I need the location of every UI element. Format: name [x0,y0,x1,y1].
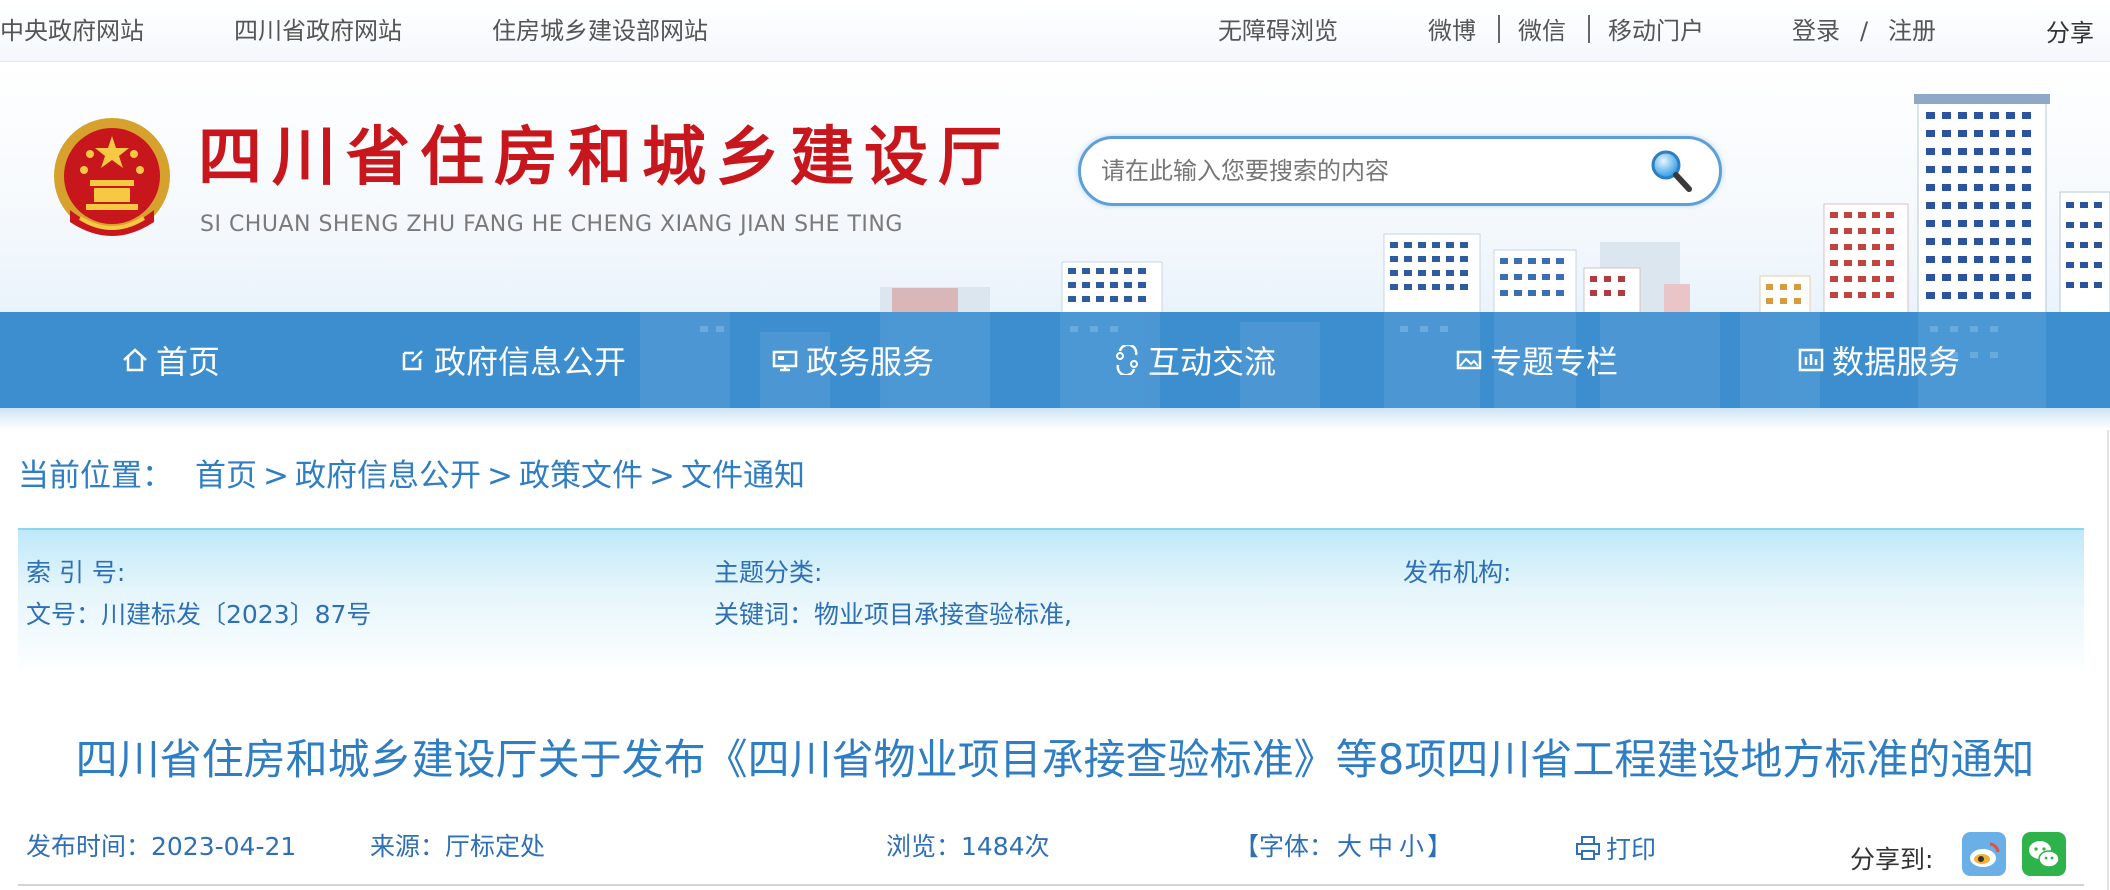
nav-home[interactable]: 首页 [120,336,220,384]
font-size-small[interactable]: 小 [1399,832,1424,861]
breadcrumb-label: 当前位置： [18,458,173,494]
nav-gov-service[interactable]: 政务服务 [770,336,934,384]
font-size-prefix: 【字体： [1234,832,1335,861]
site-title: 四川省住房和城乡建设厅 [198,120,1012,195]
meta-document-number: 文号：川建标发〔2023〕87号 [26,600,372,629]
nav-background [640,312,2046,408]
wechat-link[interactable]: 微信 [1518,14,1566,48]
print-label: 打印 [1606,835,1657,864]
nav-interaction-label: 互动交流 [1148,343,1277,381]
meta-topic: 主题分类: [714,558,823,587]
breadcrumb-gov-info[interactable]: 政府信息公开 [295,458,481,494]
font-size-medium[interactable]: 中 [1368,832,1393,861]
breadcrumb-policy-docs[interactable]: 政策文件 [519,458,643,494]
wechat-share-icon[interactable] [2022,832,2066,876]
link-mohurd[interactable]: 住房城乡建设部网站 [492,14,708,48]
article-source: 来源：厅标定处 [370,832,546,861]
nav-gov-service-label: 政务服务 [806,343,935,381]
top-bar: 中央政府网站 四川省政府网站 住房城乡建设部网站 无障碍浏览 微博 微信 移动门… [0,0,2110,62]
nav-special-topics-label: 专题专栏 [1490,343,1619,381]
breadcrumb-home[interactable]: 首页 [195,458,257,494]
search-box [1078,136,1722,206]
site-header: 四川省住房和城乡建设厅 SI CHUAN SHENG ZHU FANG HE C… [0,62,2110,312]
image-icon [1456,350,1482,370]
nav-home-label: 首页 [156,343,221,381]
weibo-link[interactable]: 微博 [1428,14,1476,48]
meta-index-number: 索 引 号: [26,558,126,587]
nav-special-topics[interactable]: 专题专栏 [1454,336,1618,384]
accessibility-link[interactable]: 无障碍浏览 [1218,14,1338,48]
link-central-gov[interactable]: 中央政府网站 [0,14,144,48]
font-size-large[interactable]: 大 [1337,832,1362,861]
register-link[interactable]: 注册 [1888,14,1936,48]
site-subtitle: SI CHUAN SHENG ZHU FANG HE CHENG XIANG J… [200,212,903,237]
nav-interaction[interactable]: 互动交流 [1112,336,1276,384]
meta-keywords: 关键词：物业项目承接查验标准, [714,600,1072,629]
national-emblem-icon [54,118,170,236]
login-link[interactable]: 登录 [1792,14,1840,48]
slash-separator: / [1860,17,1869,45]
print-button[interactable]: 打印 [1574,830,1656,866]
main-nav: 首页 政府信息公开 政务服务 互动交流 专题专栏 数据服务 [0,312,2110,408]
link-sichuan-gov[interactable]: 四川省政府网站 [234,14,402,48]
breadcrumb-separator: > [648,458,675,494]
breadcrumb-doc-notices[interactable]: 文件通知 [681,458,805,494]
nav-gov-info[interactable]: 政府信息公开 [398,336,626,384]
home-icon [123,348,147,372]
share-to-label: 分享到: [1850,845,1934,874]
nav-gov-info-label: 政府信息公开 [434,343,627,381]
search-input[interactable] [1101,151,1621,191]
font-size-control: 【字体：大中小】 [1234,830,1452,864]
divider [18,884,2084,886]
chart-icon [1798,348,1824,372]
nav-shadow [0,408,2110,430]
view-count: 浏览：1484次 [886,832,1050,861]
monitor-icon [772,350,798,372]
content-border [2107,430,2109,890]
font-size-suffix: 】 [1427,832,1453,861]
divider [1498,15,1500,43]
printer-icon [1576,836,1600,860]
edit-icon [402,350,423,371]
publish-time: 发布时间：2023-04-21 [26,832,297,861]
chat-icon [1116,345,1138,375]
nav-data-service[interactable]: 数据服务 [1796,336,1960,384]
weibo-share-icon[interactable] [1962,832,2006,876]
document-meta-panel: 索 引 号: 主题分类: 发布机构: 文号：川建标发〔2023〕87号 关键词：… [18,528,2084,676]
breadcrumb-separator: > [263,458,289,494]
meta-publisher: 发布机构: [1403,558,1512,587]
mobile-portal-link[interactable]: 移动门户 [1608,14,1704,48]
breadcrumb: 当前位置： 首页 > 政府信息公开 > 政策文件 > 文件通知 [18,454,805,498]
divider [1588,15,1590,43]
share-link[interactable]: 分享 [2046,16,2094,50]
breadcrumb-separator: > [486,458,513,494]
search-icon[interactable] [1647,147,1695,195]
article-title: 四川省住房和城乡建设厅关于发布《四川省物业项目承接查验标准》等8项四川省工程建设… [75,735,2035,784]
nav-data-service-label: 数据服务 [1832,343,1961,381]
